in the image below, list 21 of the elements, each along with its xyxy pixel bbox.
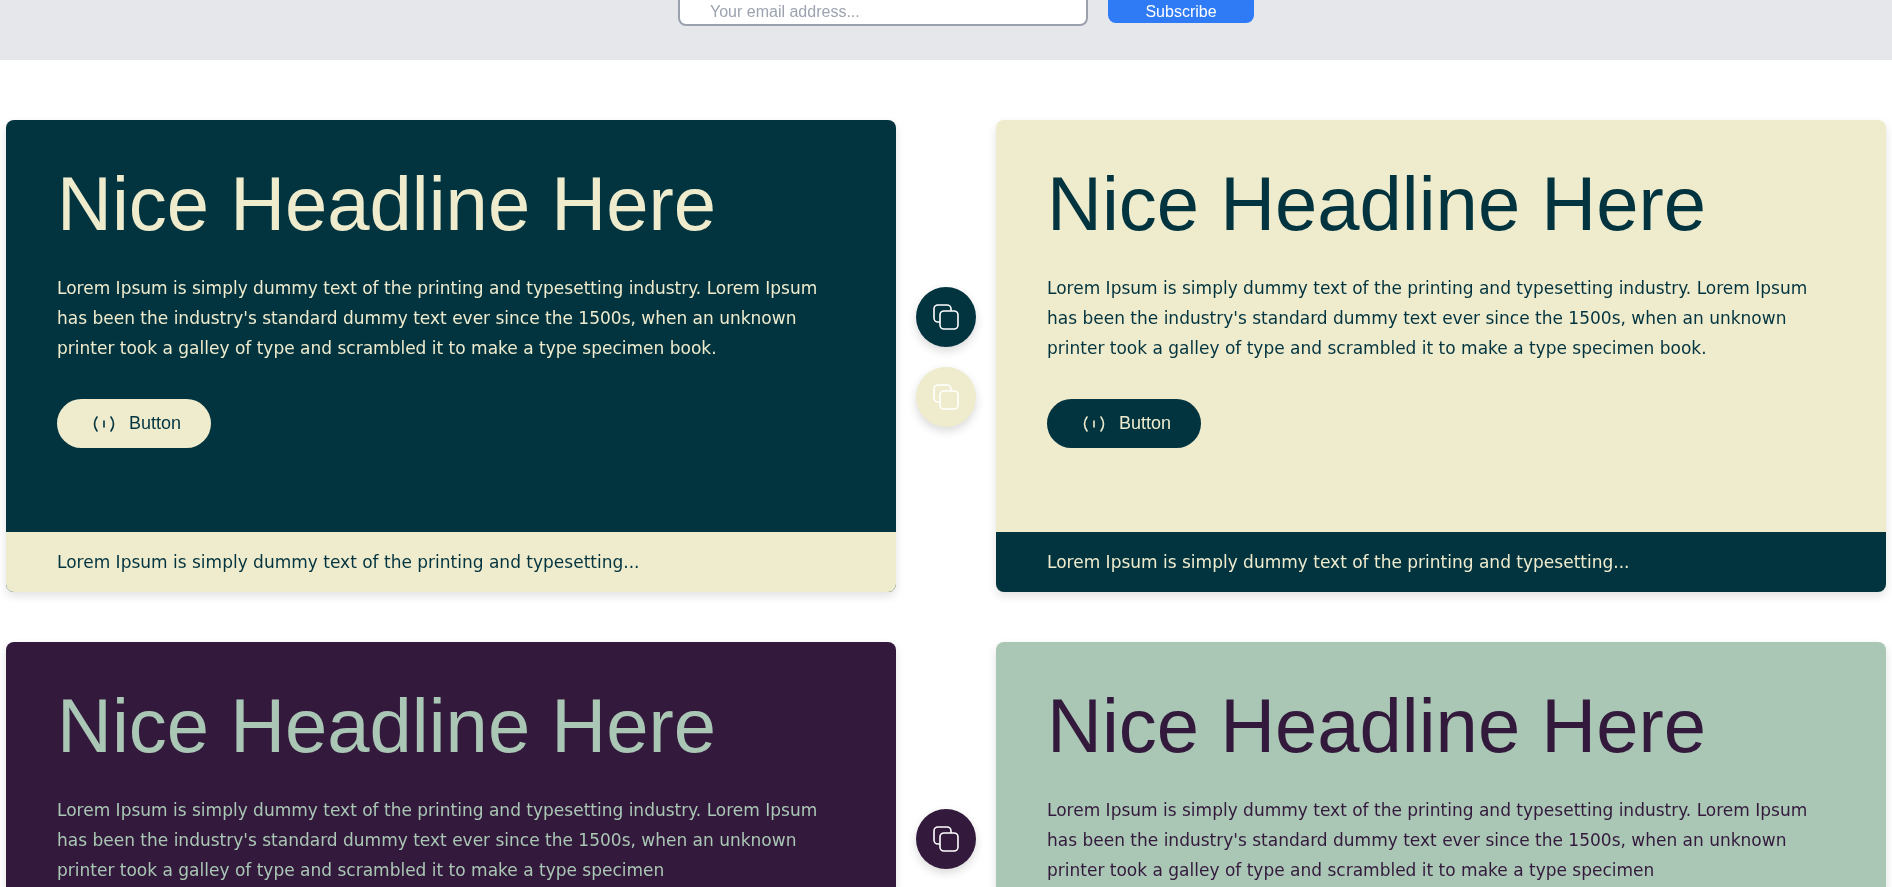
card-headline: Nice Headline Here <box>1047 160 1707 248</box>
copy-icon <box>932 303 960 331</box>
copy-button[interactable] <box>916 809 976 869</box>
card-button[interactable]: Button <box>57 399 212 449</box>
card-headline: Nice Headline Here <box>57 160 717 248</box>
subscribe-button[interactable]: Subscribe <box>1108 0 1254 23</box>
copy-icon <box>932 825 960 853</box>
card-text: Lorem Ipsum is simply dummy text of the printing and typesetting industry. Lorem Ipsum has been the industry's standard dummy text ever since the 1500s, when an unknown printer took a galley of type and scrambled it to make a type specimen <box>57 799 819 883</box>
card-text: Lorem Ipsum is simply dummy text of the printing and typesetting industry. Lorem Ipsum has been the industry's standard dummy text ever since the 1500s, when an unknown printer took a galley of type and scrambled it to make a type specimen book. <box>57 277 819 361</box>
copy-icon <box>932 383 960 411</box>
card-footer: Lorem Ipsum is simply dummy text of the printing and typesetting... <box>996 532 1886 592</box>
card-text: Lorem Ipsum is simply dummy text of the printing and typesetting industry. Lorem Ipsum has been the industry's standard dummy text ever since the 1500s, when an unknown printer took a galley of type and scrambled it to make a type specimen book. <box>1047 277 1809 361</box>
card-footer: Lorem Ipsum is simply dummy text of the printing and typesetting... <box>6 532 896 592</box>
card-headline: Nice Headline Here <box>1047 682 1707 770</box>
card-text: Lorem Ipsum is simply dummy text of the printing and typesetting industry. Lorem Ipsum has been the industry's standard dummy text ever since the 1500s, when an unknown printer took a galley of type and scrambled it to make a type specimen <box>1047 799 1809 883</box>
email-field[interactable]: Your email address... <box>678 0 1088 26</box>
copy-button[interactable] <box>916 287 976 347</box>
broadcast-icon <box>91 414 117 433</box>
broadcast-icon <box>1081 414 1107 433</box>
card-button[interactable]: Button <box>1047 399 1202 449</box>
card-headline: Nice Headline Here <box>57 682 717 770</box>
